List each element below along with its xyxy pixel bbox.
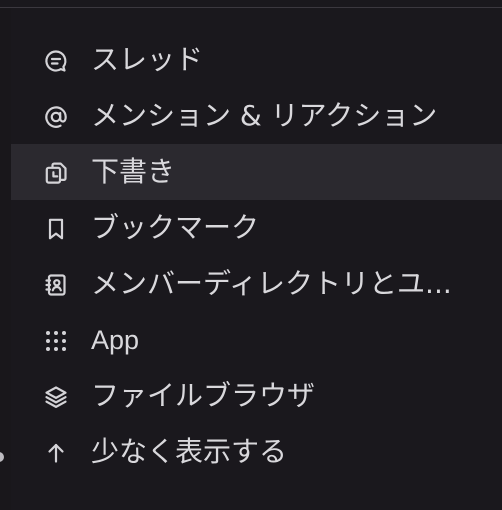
menu-item-label: ブックマーク (91, 211, 260, 244)
apps-grid-icon (43, 328, 69, 354)
menu-item-label: App (91, 325, 140, 355)
sidebar-more-menu: スレッド メンション & リアクション 下書き ブックマーク メンバーディレクト… (11, 32, 502, 480)
layers-icon (43, 384, 69, 410)
menu-item-label: 下書き (91, 155, 176, 188)
menu-item-bookmarks[interactable]: ブックマーク (11, 200, 502, 256)
drafts-icon (43, 160, 69, 186)
menu-item-apps[interactable]: App (11, 312, 502, 368)
menu-item-label: ファイルブラウザ (91, 379, 316, 412)
menu-item-show-less[interactable]: 少なく表示する (11, 424, 502, 480)
top-divider (0, 0, 502, 8)
menu-item-drafts[interactable]: 下書き (11, 144, 502, 200)
menu-item-member-directory[interactable]: メンバーディレクトリとユ... (11, 256, 502, 312)
at-sign-icon (43, 104, 69, 130)
menu-item-mentions-reactions[interactable]: メンション & リアクション (11, 88, 502, 144)
menu-item-label: スレッド (91, 43, 204, 76)
arrow-up-icon (43, 440, 69, 466)
menu-item-threads[interactable]: スレッド (11, 32, 502, 88)
bookmark-icon (43, 216, 69, 242)
menu-item-label: メンバーディレクトリとユ... (91, 267, 452, 300)
menu-item-file-browser[interactable]: ファイルブラウザ (11, 368, 502, 424)
sidebar-edge (0, 8, 11, 510)
menu-item-label: メンション & リアクション (91, 99, 438, 132)
member-directory-icon (43, 272, 69, 298)
menu-item-label: 少なく表示する (91, 435, 288, 468)
threads-icon (43, 48, 69, 74)
